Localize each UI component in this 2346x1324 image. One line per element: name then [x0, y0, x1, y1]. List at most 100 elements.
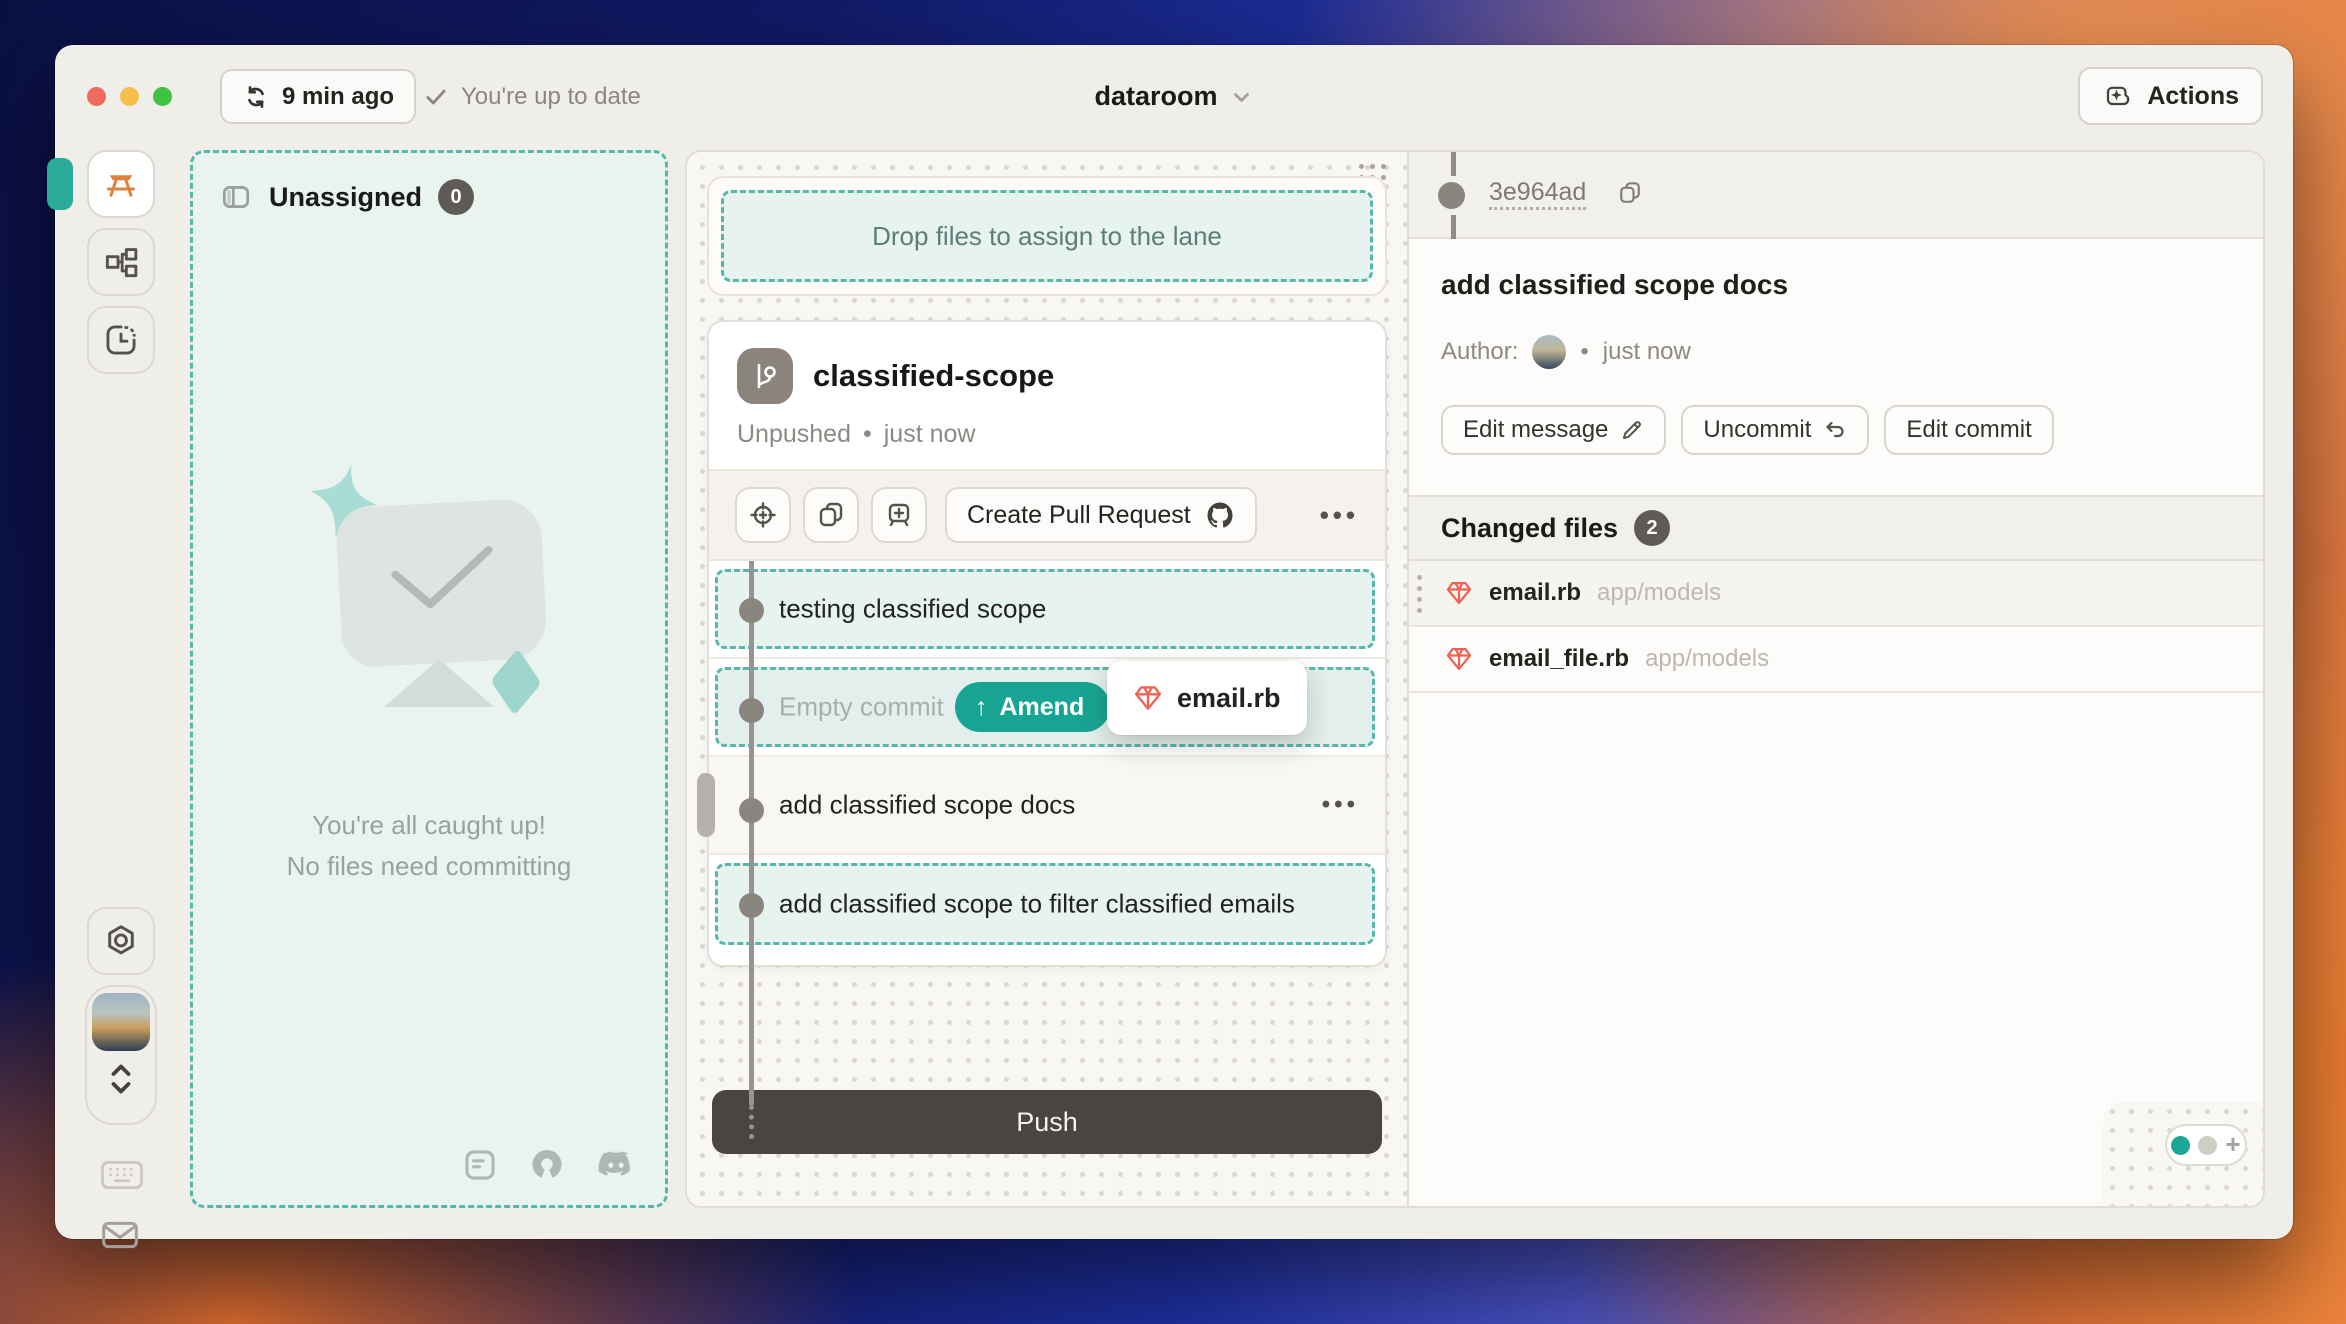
nav-branches-button[interactable]	[87, 228, 155, 296]
close-window-button[interactable]	[87, 87, 106, 106]
row-drag-handle[interactable]	[697, 773, 715, 837]
graph-line	[1451, 215, 1456, 239]
unassigned-panel: Unassigned 0 You're all caught up! No fi…	[190, 150, 668, 1208]
add-lane-button[interactable]: +	[2225, 1131, 2240, 1157]
lane-switcher[interactable]: +	[2165, 1124, 2247, 1166]
inactive-lane-dot[interactable]	[2198, 1136, 2217, 1155]
branch-more-menu[interactable]: •••	[1320, 500, 1359, 531]
actions-button[interactable]: Actions	[2078, 67, 2263, 125]
chevron-down-icon	[1230, 85, 1254, 109]
project-name: dataroom	[1094, 81, 1217, 112]
file-path: app/models	[1645, 645, 1769, 673]
amend-pill[interactable]: ↑ Amend	[955, 682, 1110, 732]
avatar	[92, 993, 150, 1051]
amend-label: Amend	[1000, 693, 1085, 722]
sparkle-badge-icon	[2102, 80, 2134, 112]
changed-files-header: Changed files 2	[1409, 495, 2263, 561]
zoom-window-button[interactable]	[153, 87, 172, 106]
branch-actions-row: Create Pull Request •••	[709, 469, 1385, 561]
drop-zone[interactable]: Drop files to assign to the lane	[707, 176, 1387, 296]
ruby-gem-icon	[1445, 645, 1473, 673]
file-row-email-rb[interactable]: email.rb app/models	[1409, 561, 2263, 627]
copy-branch-button[interactable]	[803, 487, 859, 543]
new-dependent-branch-button[interactable]	[871, 487, 927, 543]
dragged-file-name: email.rb	[1177, 683, 1281, 714]
keyboard-shortcuts-button[interactable]	[99, 1157, 145, 1193]
separator-dot: •	[863, 420, 872, 449]
changed-files-count-badge: 2	[1634, 510, 1670, 546]
push-button[interactable]: Push	[712, 1090, 1382, 1154]
commit-row-add-classified-scope-docs[interactable]: add classified scope docs •••	[709, 757, 1385, 855]
commit-title: add classified scope docs	[1441, 269, 2231, 301]
undo-arrow-icon	[1823, 418, 1847, 442]
author-label: Author:	[1441, 338, 1518, 366]
create-pull-request-button[interactable]: Create Pull Request	[945, 487, 1257, 543]
commit-message: add classified scope to filter classifie…	[779, 889, 1295, 920]
keyboard-icon	[99, 1157, 145, 1193]
create-pr-label: Create Pull Request	[967, 501, 1191, 530]
settings-button[interactable]	[87, 907, 155, 975]
commit-row-add-classified-scope-filter[interactable]: add classified scope to filter classifie…	[709, 855, 1385, 953]
sync-icon	[242, 83, 270, 111]
commit-drawer: 3e964ad add classified scope docs Author…	[1407, 152, 2263, 1206]
commit-message: testing classified scope	[779, 594, 1046, 625]
minimize-window-button[interactable]	[120, 87, 139, 106]
file-row-email-file-rb[interactable]: email_file.rb app/models	[1409, 627, 2263, 693]
author-time: just now	[1603, 338, 1691, 366]
empty-state-line1: You're all caught up!	[287, 805, 572, 846]
empty-state-line2: No files need committing	[287, 846, 572, 887]
unassigned-header: Unassigned 0	[193, 153, 665, 215]
uncommit-button[interactable]: Uncommit	[1681, 405, 1869, 455]
edit-commit-button[interactable]: Edit commit	[1884, 405, 2053, 455]
project-switcher[interactable]: dataroom	[1094, 69, 1253, 124]
discord-icon-button[interactable]	[595, 1148, 637, 1182]
branch-name: classified-scope	[813, 358, 1054, 394]
file-name: email.rb	[1489, 579, 1581, 607]
nav-history-button[interactable]	[87, 306, 155, 374]
lane-classified-scope: Drop files to assign to the lane classif…	[687, 152, 1407, 1206]
commit-row-empty-commit[interactable]: Empty commit ge ↑ Amend	[709, 659, 1385, 757]
commit-hash-link[interactable]: 3e964ad	[1489, 178, 1586, 210]
branch-card: classified-scope Unpushed • just now	[707, 320, 1387, 967]
monitor-stand	[384, 659, 494, 707]
check-icon	[423, 84, 449, 110]
commit-message: add classified scope docs	[779, 790, 1075, 821]
unassigned-title: Unassigned	[269, 182, 422, 213]
monitor-shape	[335, 498, 548, 669]
nav-workspace-button[interactable]	[87, 150, 155, 218]
commit-action-buttons: Edit message Uncommit Edit commit	[1441, 405, 2231, 455]
uncommit-label: Uncommit	[1703, 416, 1811, 444]
commit-dot	[739, 698, 764, 723]
drop-zone-hint: Drop files to assign to the lane	[872, 221, 1222, 252]
changed-files-title: Changed files	[1441, 513, 1618, 544]
workspace-tab-notch	[47, 158, 73, 210]
dragged-file-chip[interactable]: email.rb	[1107, 661, 1307, 735]
app-window: 9 min ago You're up to date dataroom Act…	[55, 45, 2293, 1239]
empty-state: You're all caught up! No files need comm…	[193, 453, 665, 887]
commit-row-testing-classified-scope[interactable]: testing classified scope	[709, 561, 1385, 659]
ruby-gem-icon	[1445, 579, 1473, 607]
file-drag-handle-icon[interactable]	[1417, 575, 1422, 613]
pencil-icon	[1620, 418, 1644, 442]
open-source-keyhole-icon-button[interactable]	[527, 1145, 567, 1185]
feedback-button[interactable]	[99, 1217, 141, 1253]
commit-dot	[739, 598, 764, 623]
sync-button[interactable]: 9 min ago	[220, 69, 416, 124]
commit-list: testing classified scope Empty commit ge…	[709, 561, 1385, 965]
commit-graph-line-tail	[749, 1105, 754, 1139]
document-icon-button[interactable]	[461, 1146, 499, 1184]
commit-more-menu[interactable]: •••	[1322, 791, 1359, 819]
up-to-date-status: You're up to date	[423, 69, 641, 124]
arrow-up-icon: ↑	[975, 693, 988, 722]
edit-message-button[interactable]: Edit message	[1441, 405, 1666, 455]
gear-icon	[102, 922, 140, 960]
actions-label: Actions	[2147, 82, 2239, 111]
copy-icon[interactable]	[1616, 179, 1644, 212]
commit-target-button[interactable]	[735, 487, 791, 543]
active-lane-dot[interactable]	[2171, 1136, 2190, 1155]
commit-dot	[739, 798, 764, 823]
account-switcher[interactable]	[85, 985, 157, 1125]
edit-commit-label: Edit commit	[1906, 416, 2031, 444]
history-clock-icon	[102, 321, 140, 359]
commit-details: add classified scope docs Author: • just…	[1409, 239, 2263, 455]
